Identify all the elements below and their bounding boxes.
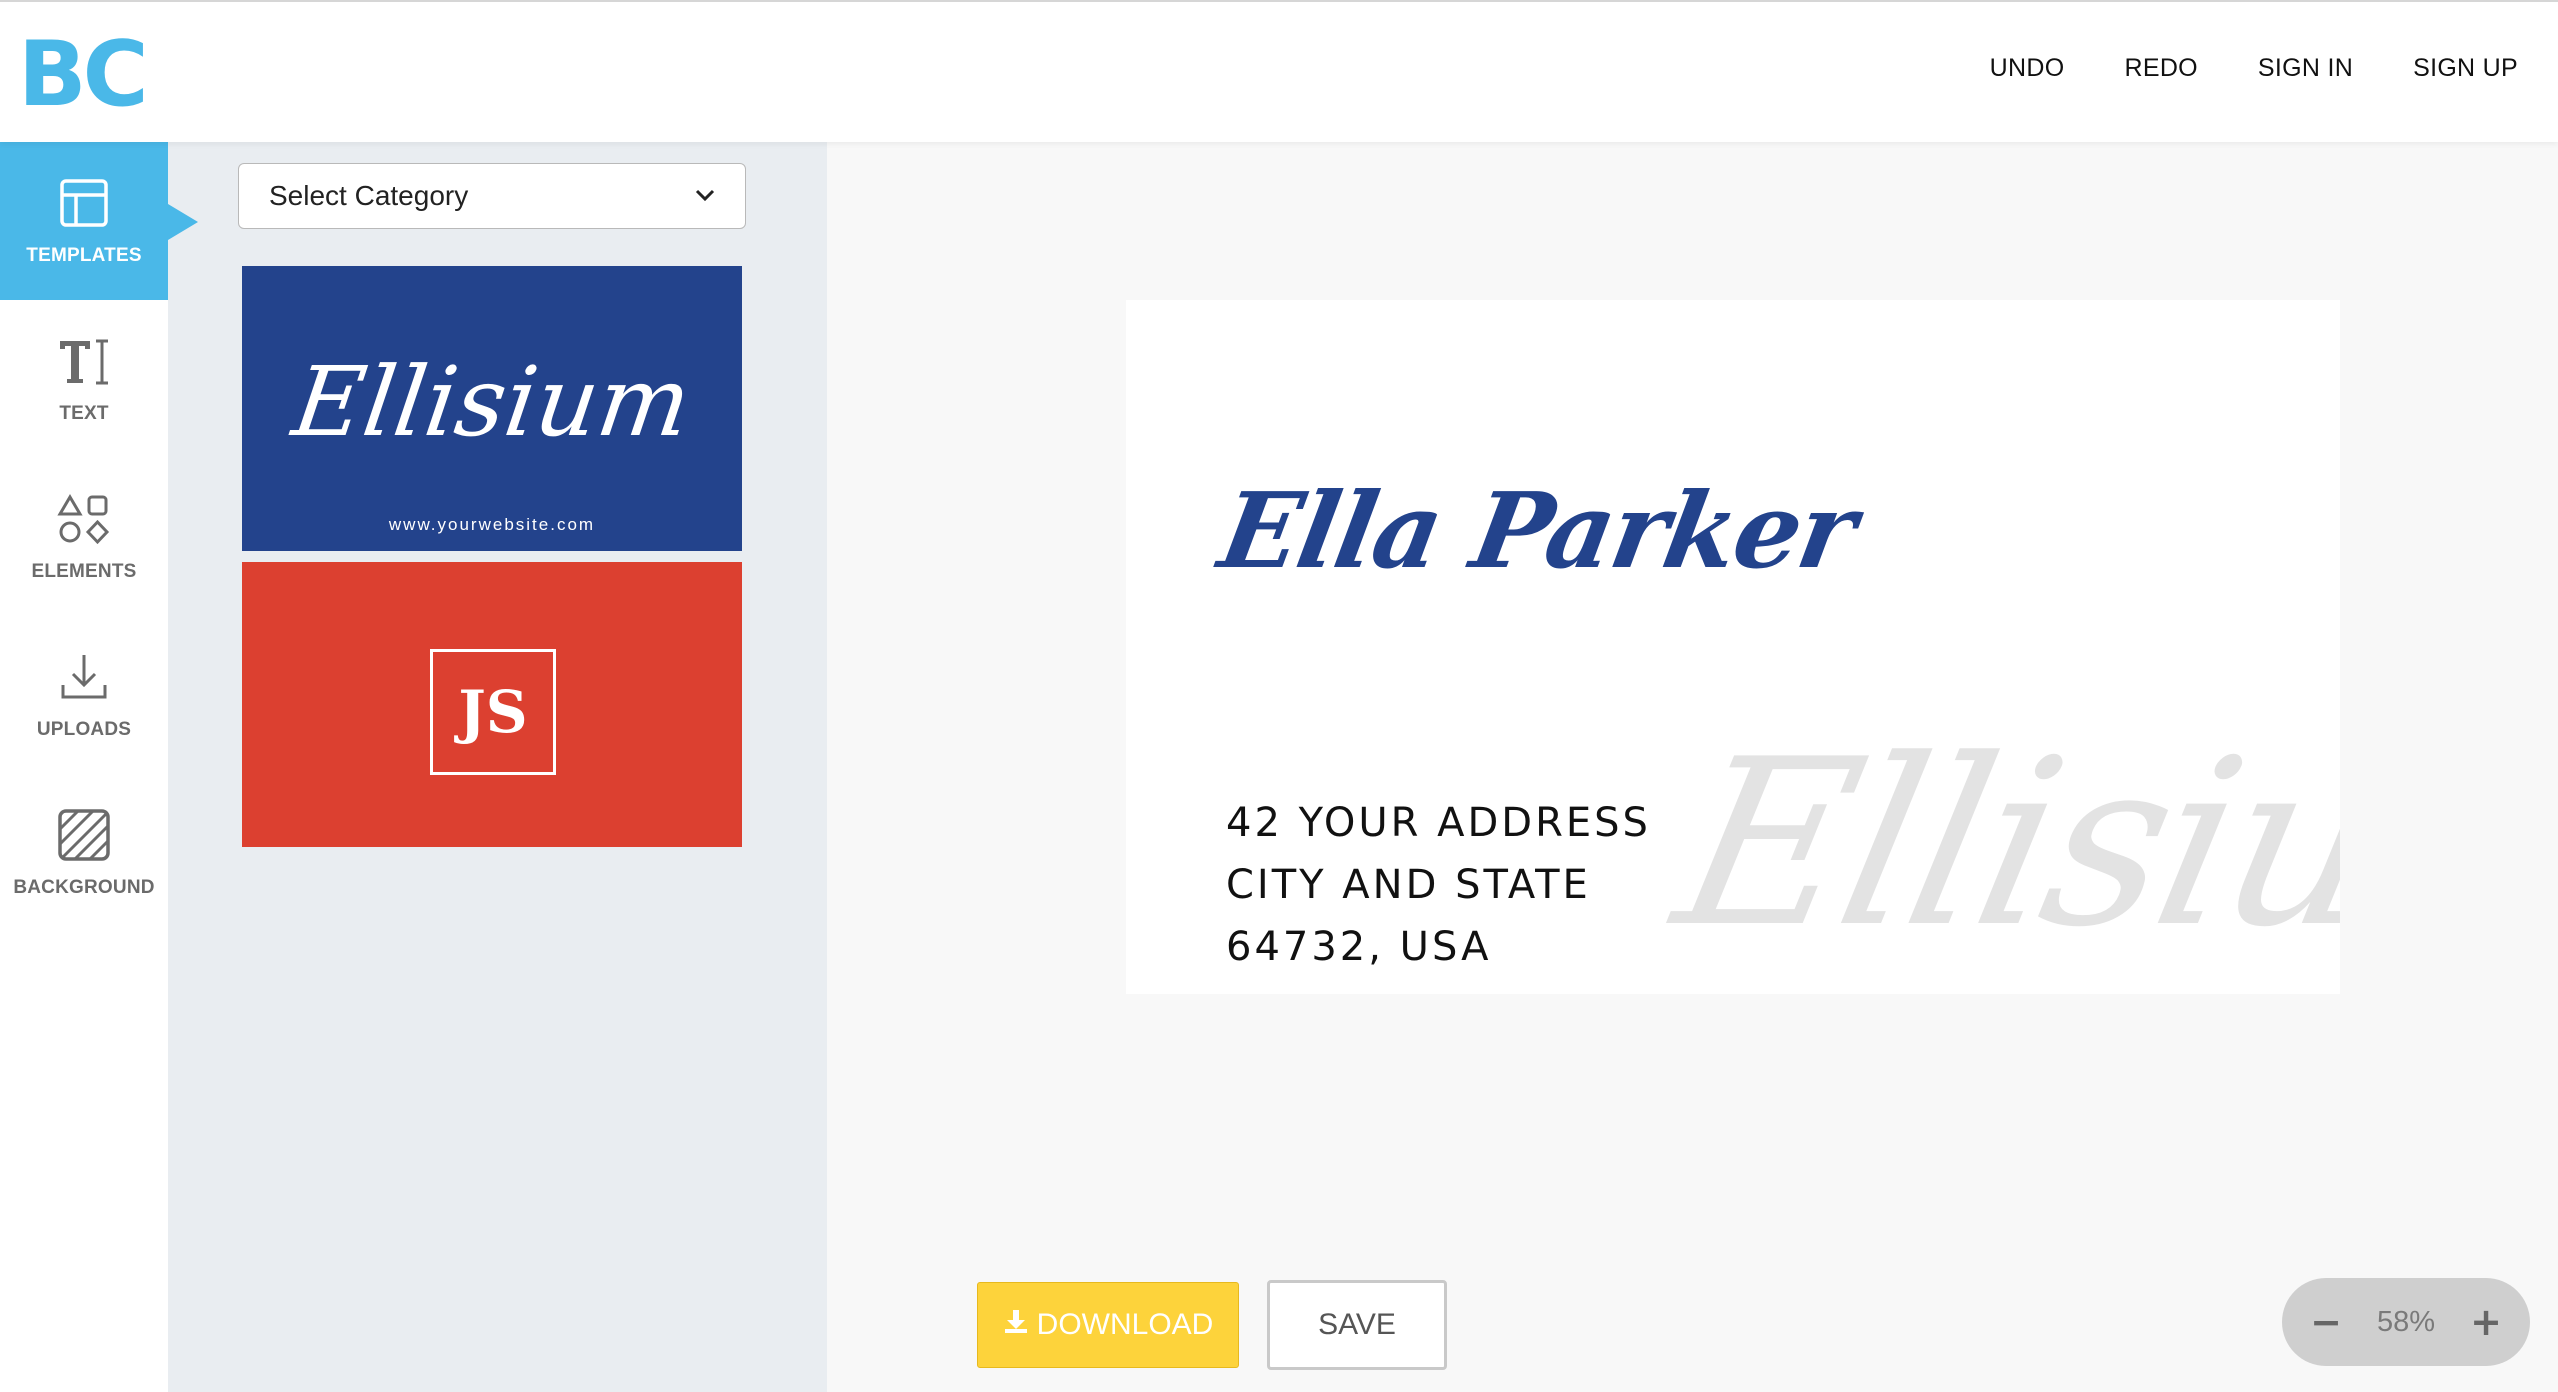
card-address-line-1[interactable]: 42 YOUR ADDRESS (1226, 800, 1651, 846)
zoom-out-button[interactable]: − (2304, 1300, 2348, 1344)
redo-button[interactable]: REDO (2124, 54, 2197, 83)
tool-sidebar: TEMPLATES TEXT ELEMENTS UPLOADS BACKGROU… (0, 142, 198, 1392)
category-select[interactable]: Select Category (238, 163, 746, 229)
zoom-level: 58% (2376, 1305, 2436, 1338)
sign-up-link[interactable]: SIGN UP (2413, 54, 2518, 83)
design-workspace: Ellisium Ella Parker 42 YOUR ADDRESS CIT… (827, 142, 2558, 1392)
download-icon (56, 649, 112, 705)
sidebar-item-text[interactable]: TEXT (0, 300, 168, 458)
sidebar-item-label: TEMPLATES (26, 245, 142, 266)
download-button[interactable]: DOWNLOAD (977, 1282, 1239, 1368)
template-monogram: JS (430, 649, 556, 775)
undo-button[interactable]: UNDO (1990, 54, 2065, 83)
template-thumbnail-ellisium[interactable]: Ellisium www.yourwebsite.com (242, 266, 742, 551)
template-script-text: Ellisium (286, 346, 698, 458)
background-pattern-icon (56, 807, 112, 863)
card-watermark-text[interactable]: Ellisium (1658, 711, 2340, 978)
sidebar-item-background[interactable]: BACKGROUND (0, 774, 168, 932)
chevron-down-icon (695, 185, 715, 208)
download-icon (1003, 1308, 1029, 1342)
shapes-icon (56, 491, 112, 547)
sign-in-link[interactable]: SIGN IN (2258, 54, 2353, 83)
sidebar-item-uploads[interactable]: UPLOADS (0, 616, 168, 774)
sidebar-item-label: ELEMENTS (31, 561, 137, 582)
template-thumbnail-js[interactable]: JS (242, 562, 742, 847)
templates-panel: Select Category Ellisium www.yourwebsite… (168, 142, 827, 1392)
card-address-line-3[interactable]: 64732, USA (1226, 924, 1491, 970)
business-card-canvas[interactable]: Ellisium Ella Parker 42 YOUR ADDRESS CIT… (1126, 300, 2340, 994)
sidebar-item-label: BACKGROUND (13, 877, 155, 898)
text-icon (56, 333, 112, 389)
save-button[interactable]: SAVE (1267, 1280, 1447, 1370)
sidebar-item-label: TEXT (59, 403, 109, 424)
templates-icon (56, 175, 112, 231)
top-nav: UNDO REDO SIGN IN SIGN UP (1990, 54, 2518, 83)
app-logo[interactable]: BC (18, 30, 149, 120)
sidebar-item-label: UPLOADS (36, 719, 132, 740)
sidebar-item-elements[interactable]: ELEMENTS (0, 458, 168, 616)
zoom-control: − 58% + (2282, 1278, 2530, 1366)
card-address-line-2[interactable]: CITY AND STATE (1226, 862, 1591, 908)
category-select-value: Select Category (269, 180, 469, 211)
sidebar-item-templates[interactable]: TEMPLATES (0, 142, 198, 300)
download-button-label: DOWNLOAD (1036, 1308, 1214, 1341)
template-url-text: www.yourwebsite.com (388, 515, 596, 534)
top-header: BC UNDO REDO SIGN IN SIGN UP (0, 0, 2558, 142)
zoom-in-button[interactable]: + (2464, 1300, 2508, 1344)
card-name-text[interactable]: Ella Parker (1211, 469, 1863, 592)
app-root: BC UNDO REDO SIGN IN SIGN UP TEMPLATES T… (0, 0, 2558, 1392)
